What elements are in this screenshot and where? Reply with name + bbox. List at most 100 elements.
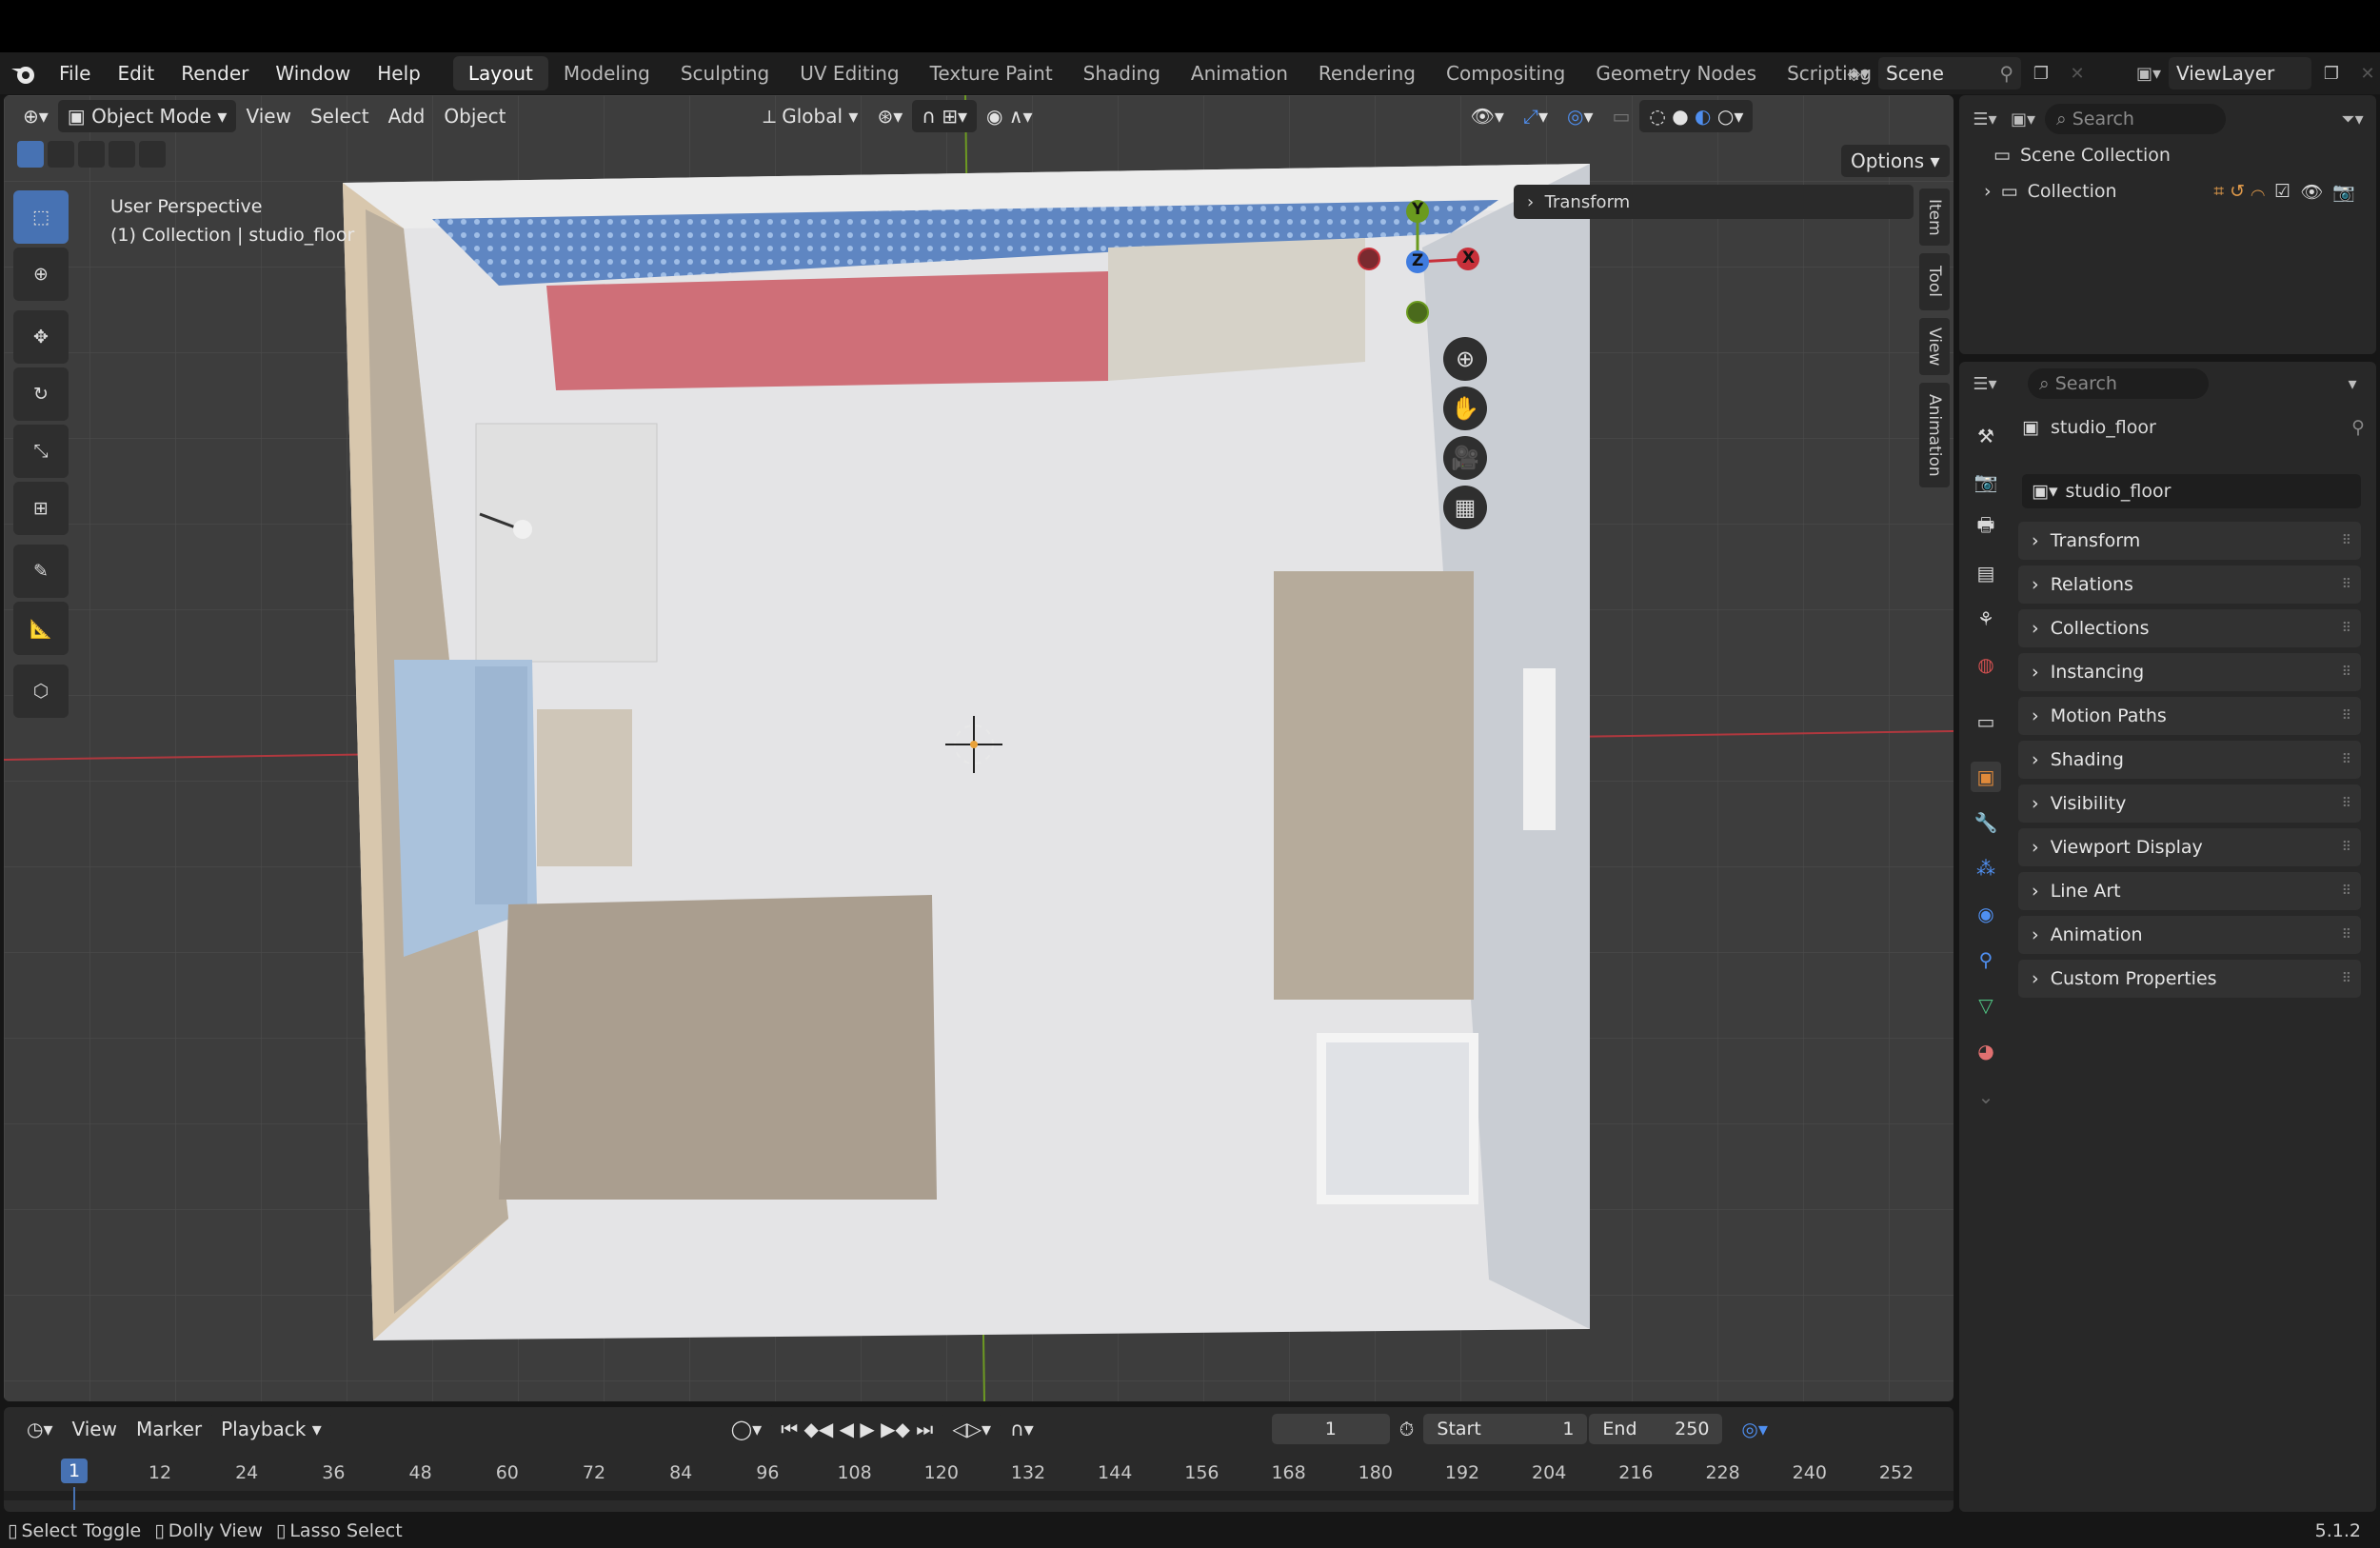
data-tab-icon[interactable]: ▽ <box>1971 990 2001 1021</box>
zoom-icon[interactable]: ⊕ <box>1443 337 1487 381</box>
gizmo-toggle-icon[interactable]: ⤢ ▾ <box>1514 100 1557 132</box>
drag-handle-icon[interactable]: ⠿ <box>2342 708 2351 724</box>
move-tool-icon[interactable]: ✥ <box>13 310 69 364</box>
menu-file[interactable]: File <box>46 52 104 94</box>
viewlayer-selector-icon[interactable]: ▣▾ <box>2132 57 2165 89</box>
scrub-area[interactable] <box>4 1491 1954 1500</box>
select-extend-icon[interactable] <box>48 141 74 168</box>
render-tab-icon[interactable]: 📷 <box>1971 466 2001 497</box>
panel-line-art[interactable]: › Line Art ⠿ <box>2018 872 2361 910</box>
snap-icon[interactable]: ∩ ⊞▾ <box>912 100 978 132</box>
modifier-tab-icon[interactable]: 🔧 <box>1971 807 2001 838</box>
select-invert-icon[interactable] <box>109 141 135 168</box>
rotate-tool-icon[interactable]: ↻ <box>13 367 69 421</box>
sidetab-tool[interactable]: Tool <box>1919 253 1950 310</box>
scale-tool-icon[interactable]: ⤡ <box>13 425 69 478</box>
drag-handle-icon[interactable]: ⠿ <box>2342 840 2351 855</box>
scene-collection-row[interactable]: ▭ Scene Collection <box>1993 145 2171 166</box>
frame-ruler[interactable]: 1 12 24 36 48 60 72 84 96 108 120 132 144 156 168 180 19… <box>4 1457 1954 1510</box>
current-frame-marker[interactable]: 1 <box>60 1459 89 1483</box>
properties-options-icon[interactable]: ▾ <box>2336 367 2369 400</box>
options-dropdown[interactable]: Options ▾ <box>1841 145 1950 177</box>
object-name-field[interactable]: ▣▾ studio_floor <box>2022 474 2361 508</box>
menu-object[interactable]: Object <box>434 100 515 132</box>
sidetab-animation[interactable]: Animation <box>1919 383 1950 487</box>
panel-viewport-display[interactable]: › Viewport Display ⠿ <box>2018 828 2361 866</box>
sidetab-view[interactable]: View <box>1919 318 1950 375</box>
menu-help[interactable]: Help <box>364 52 434 94</box>
tab-modeling[interactable]: Modeling <box>548 56 665 90</box>
drag-handle-icon[interactable]: ⠿ <box>2342 577 2351 592</box>
delete-scene-icon[interactable]: ✕ <box>2061 57 2093 89</box>
drag-handle-icon[interactable]: ⠿ <box>2342 665 2351 680</box>
pin-icon[interactable]: ⚲ <box>2351 417 2365 438</box>
pivot-point-icon[interactable]: ⊛▾ <box>867 100 912 132</box>
perspective-toggle-icon[interactable]: ▦ <box>1443 486 1487 529</box>
navigation-gizmo[interactable]: Y X Z <box>1346 190 1489 333</box>
more-tabs-icon[interactable]: ⌄ <box>1971 1082 2001 1112</box>
select-box-tool-icon[interactable]: ⬚ <box>13 190 69 244</box>
panel-visibility[interactable]: › Visibility ⠿ <box>2018 784 2361 823</box>
drag-handle-icon[interactable]: ⠿ <box>2342 927 2351 943</box>
eye-icon[interactable]: 👁 <box>2300 181 2323 203</box>
material-preview-icon[interactable]: ◐ <box>1695 105 1711 128</box>
material-tab-icon[interactable]: ◕ <box>1971 1036 2001 1066</box>
expand-arrow-icon[interactable]: › <box>1984 181 1992 202</box>
properties-editor-type-icon[interactable]: ☰▾ <box>1969 367 2001 400</box>
jump-end-icon[interactable]: ⏭ <box>916 1418 933 1440</box>
particles-tab-icon[interactable]: ⁂ <box>1971 853 2001 883</box>
collection-tab-icon[interactable]: ▭ <box>1971 706 2001 737</box>
menu-add[interactable]: Add <box>379 100 435 132</box>
tab-texture-paint[interactable]: Texture Paint <box>915 56 1068 90</box>
panel-transform[interactable]: › Transform ⠿ <box>2018 522 2361 560</box>
timeline-menu-playback[interactable]: Playback ▾ <box>211 1413 331 1445</box>
delete-viewlayer-icon[interactable]: ✕ <box>2351 57 2380 89</box>
overlays-icon[interactable]: ◎ ▾ <box>1557 100 1603 132</box>
cursor-tool-icon[interactable]: ⊕ <box>13 248 69 301</box>
snapping-icon[interactable]: ∩▾ <box>1001 1413 1043 1445</box>
prev-keyframe-icon[interactable]: ◆◀ <box>804 1418 834 1440</box>
tab-animation[interactable]: Animation <box>1176 56 1303 90</box>
transform-orientation[interactable]: ⟂ Global ▾ <box>754 100 868 132</box>
solid-icon[interactable]: ● <box>1672 105 1688 128</box>
scene-field[interactable]: Scene ⚲ <box>1878 57 2021 89</box>
play-reverse-icon[interactable]: ◀ <box>840 1418 854 1440</box>
filter-icon[interactable]: ⏷▾ <box>2336 103 2369 135</box>
drag-handle-icon[interactable]: ⠿ <box>2342 621 2351 636</box>
new-viewlayer-icon[interactable]: ❐ <box>2315 57 2348 89</box>
menu-window[interactable]: Window <box>262 52 364 94</box>
xray-icon[interactable]: ▭ <box>1603 100 1640 132</box>
exclude-checkbox-icon[interactable]: ☑ <box>2274 181 2291 202</box>
tab-uv-editing[interactable]: UV Editing <box>784 56 914 90</box>
panel-custom-properties[interactable]: › Custom Properties ⠿ <box>2018 960 2361 998</box>
panel-animation[interactable]: › Animation ⠿ <box>2018 916 2361 954</box>
playhead-line[interactable] <box>73 1487 75 1510</box>
timeline-menu-marker[interactable]: Marker <box>127 1413 211 1445</box>
tool-tab-icon[interactable]: ⚒ <box>1971 421 2001 451</box>
pan-hand-icon[interactable]: ✋ <box>1443 387 1487 430</box>
collection-row[interactable]: › ▭ Collection ⌗ ↺ ⌒ ☑ 👁 📷 <box>1969 175 2367 208</box>
drag-handle-icon[interactable]: ⠿ <box>2342 796 2351 811</box>
timer-icon[interactable]: ⏱ <box>1390 1413 1424 1445</box>
rendered-icon[interactable]: ○ <box>1717 105 1734 128</box>
outliner-editor-type-icon[interactable]: ☰▾ <box>1969 103 2001 135</box>
menu-select[interactable]: Select <box>301 100 379 132</box>
scene-selector-icon[interactable]: ◈▾ <box>1842 57 1874 89</box>
auto-keying-icon[interactable]: ◯▾ <box>722 1413 771 1445</box>
physics-tab-icon[interactable]: ◉ <box>1971 899 2001 929</box>
shading-modes[interactable]: ◌ ● ◐ ○ ▾ <box>1639 100 1754 132</box>
tab-compositing[interactable]: Compositing <box>1431 56 1580 90</box>
panel-motion-paths[interactable]: › Motion Paths ⠿ <box>2018 697 2361 735</box>
blender-logo-icon[interactable] <box>8 57 40 89</box>
annotate-tool-icon[interactable]: ✎ <box>13 545 69 598</box>
proportional-editing-icon[interactable]: ◉ ∧▾ <box>977 100 1042 132</box>
wireframe-icon[interactable]: ◌ <box>1649 105 1665 128</box>
world-tab-icon[interactable]: ◍ <box>1971 649 2001 680</box>
menu-render[interactable]: Render <box>168 52 262 94</box>
measure-tool-icon[interactable]: 📐 <box>13 602 69 655</box>
render-camera-icon[interactable]: 📷 <box>2332 181 2355 203</box>
display-mode-icon[interactable]: ▣▾ <box>2007 103 2039 135</box>
tab-shading[interactable]: Shading <box>1068 56 1176 90</box>
camera-view-icon[interactable]: 🎥 <box>1443 436 1487 480</box>
start-frame-field[interactable]: Start 1 <box>1423 1414 1588 1444</box>
